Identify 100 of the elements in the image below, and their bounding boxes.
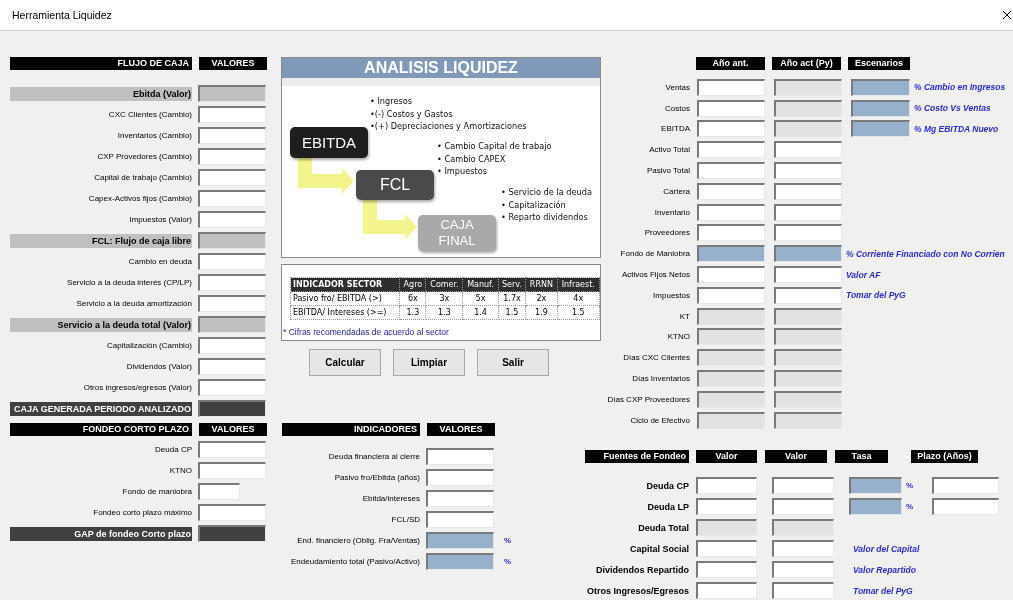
input-field[interactable] — [697, 78, 765, 96]
input-field[interactable] — [198, 106, 266, 123]
input-field[interactable] — [696, 477, 757, 494]
table-cell: 2x — [525, 291, 557, 306]
input-field[interactable] — [772, 582, 834, 599]
column-header: Comer. — [425, 277, 463, 292]
input-field[interactable] — [198, 85, 266, 102]
input-field[interactable] — [426, 532, 494, 549]
input-field[interactable] — [198, 400, 266, 417]
input-field[interactable] — [932, 498, 999, 515]
column-header: Infraest. — [557, 277, 600, 292]
input-field[interactable] — [851, 120, 910, 138]
input-field[interactable] — [426, 469, 494, 486]
total-label: GAP de fondeo Corto plazo — [10, 526, 192, 541]
input-field[interactable] — [697, 370, 765, 388]
input-field[interactable] — [696, 519, 757, 536]
input-field[interactable] — [697, 99, 765, 117]
table-cell: 1.5 — [498, 305, 526, 320]
input-field[interactable] — [198, 190, 266, 207]
input-field[interactable] — [774, 390, 842, 408]
input-field[interactable] — [696, 582, 757, 599]
field-label: Impuestos — [652, 290, 690, 300]
input-field[interactable] — [198, 462, 266, 479]
field-label: Endeudamiento total (Pasivo/Activo) — [290, 557, 420, 566]
input-field[interactable] — [696, 561, 757, 578]
input-field[interactable] — [697, 162, 765, 180]
input-field[interactable] — [697, 141, 765, 159]
input-field[interactable] — [851, 78, 910, 96]
input-field[interactable] — [932, 477, 999, 494]
input-field[interactable] — [198, 148, 266, 165]
input-field[interactable] — [851, 99, 910, 117]
input-field[interactable] — [697, 224, 765, 242]
input-field[interactable] — [774, 307, 842, 325]
close-icon[interactable] — [1003, 11, 1011, 19]
input-field[interactable] — [697, 411, 765, 429]
input-field[interactable] — [198, 274, 266, 291]
input-field[interactable] — [772, 561, 834, 578]
input-field[interactable] — [426, 448, 494, 465]
input-field[interactable] — [772, 519, 834, 536]
column-header: VALORES — [427, 423, 495, 436]
input-field[interactable] — [774, 245, 842, 263]
input-field[interactable] — [426, 511, 494, 528]
input-field[interactable] — [849, 477, 902, 494]
action-button[interactable]: Limpiar — [393, 349, 465, 376]
input-field[interactable] — [697, 245, 765, 263]
field-label: Cambio en deuda — [127, 257, 192, 266]
input-field[interactable] — [697, 203, 765, 221]
input-field[interactable] — [774, 120, 842, 138]
input-field[interactable] — [198, 441, 266, 458]
column-header: VALORES — [199, 423, 267, 436]
input-field[interactable] — [198, 127, 266, 144]
input-field[interactable] — [198, 253, 266, 270]
field-label: Activo Total — [648, 145, 690, 155]
input-field[interactable] — [774, 411, 842, 429]
input-field[interactable] — [772, 498, 834, 515]
input-field[interactable] — [774, 182, 842, 200]
input-field[interactable] — [426, 490, 494, 507]
input-field[interactable] — [426, 553, 494, 570]
input-field[interactable] — [697, 390, 765, 408]
input-field[interactable] — [774, 78, 842, 96]
input-field[interactable] — [198, 525, 266, 542]
input-field[interactable] — [198, 504, 266, 521]
input-field[interactable] — [774, 328, 842, 346]
input-field[interactable] — [697, 328, 765, 346]
input-field[interactable] — [198, 169, 266, 186]
input-field[interactable] — [774, 370, 842, 388]
field-label: Impuestos (Valor) — [128, 215, 192, 224]
input-field[interactable] — [198, 211, 266, 228]
input-field[interactable] — [696, 498, 757, 515]
input-field[interactable] — [696, 540, 757, 557]
input-field[interactable] — [774, 99, 842, 117]
input-field[interactable] — [774, 203, 842, 221]
action-button[interactable]: Calcular — [309, 349, 381, 376]
input-field[interactable] — [697, 286, 765, 304]
input-field[interactable] — [774, 224, 842, 242]
input-field[interactable] — [198, 358, 266, 375]
input-field[interactable] — [849, 498, 902, 515]
input-field[interactable] — [697, 349, 765, 367]
input-field[interactable] — [774, 286, 842, 304]
input-field[interactable] — [772, 540, 834, 557]
input-field[interactable] — [198, 379, 266, 396]
input-field[interactable] — [774, 162, 842, 180]
hint-text: Tomar del PyG — [853, 585, 913, 596]
input-field[interactable] — [198, 337, 266, 354]
input-field[interactable] — [697, 120, 765, 138]
field-label: Capital de trabajo (Cambio) — [93, 173, 192, 182]
input-field[interactable] — [697, 182, 765, 200]
section-header: FLUJO DE CAJA — [10, 57, 192, 70]
action-button[interactable]: Salir — [477, 349, 549, 376]
input-field[interactable] — [198, 295, 266, 312]
input-field[interactable] — [772, 477, 834, 494]
input-field[interactable] — [774, 141, 842, 159]
input-field[interactable] — [198, 316, 266, 333]
input-field[interactable] — [198, 232, 266, 249]
input-field[interactable] — [697, 307, 765, 325]
input-field[interactable] — [198, 483, 240, 500]
input-field[interactable] — [774, 349, 842, 367]
input-field[interactable] — [774, 266, 842, 284]
input-field[interactable] — [697, 266, 765, 284]
column-header: Valor — [765, 450, 827, 463]
